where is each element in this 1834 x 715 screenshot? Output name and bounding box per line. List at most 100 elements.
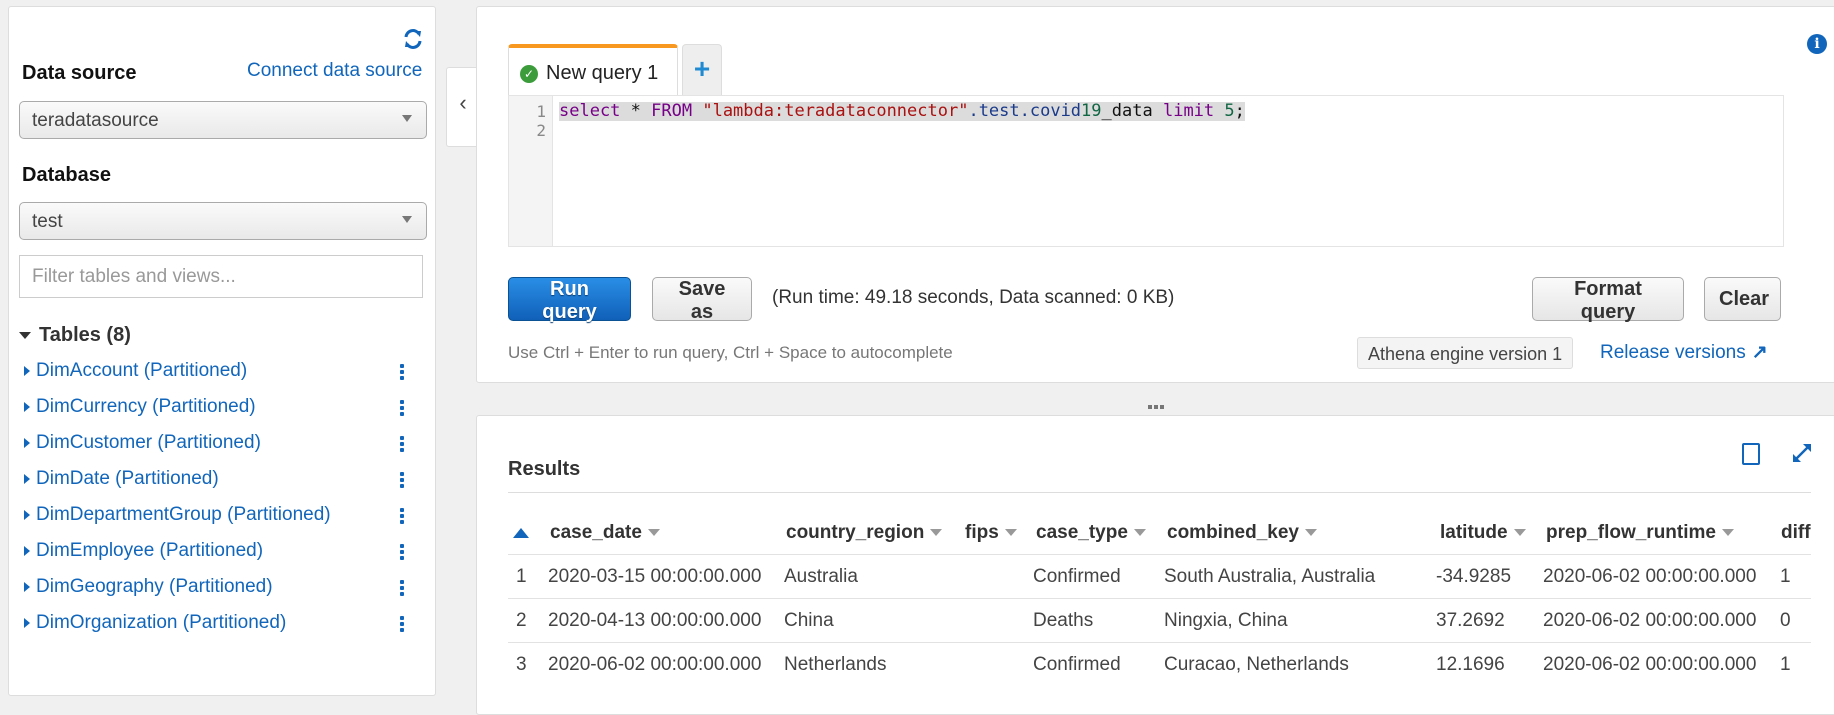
table-item[interactable]: DimAccount (Partitioned) xyxy=(24,360,247,382)
cell-case-date: 2020-03-15 00:00:00.000 xyxy=(548,566,762,587)
table-options-icon[interactable] xyxy=(400,400,406,418)
table-options-icon[interactable] xyxy=(400,364,406,382)
release-versions-link[interactable]: Release versions ↗ xyxy=(1600,341,1768,364)
caret-down-icon xyxy=(19,332,31,340)
tables-section-header[interactable]: Tables (8) xyxy=(19,324,131,347)
data-source-select[interactable]: teradatasource xyxy=(19,101,427,139)
info-icon[interactable]: i xyxy=(1807,34,1827,54)
column-header-label: case_type xyxy=(1036,522,1128,543)
cell-combined-key: Curacao, Netherlands xyxy=(1164,654,1349,675)
cell-latitude: -34.9285 xyxy=(1436,566,1512,587)
column-header[interactable]: country_region xyxy=(786,522,943,544)
clear-button[interactable]: Clear xyxy=(1704,277,1781,321)
sort-ascending-icon[interactable] xyxy=(513,528,529,538)
keyboard-hint: Use Ctrl + Enter to run query, Ctrl + Sp… xyxy=(508,343,953,362)
table-options-icon[interactable] xyxy=(400,580,406,598)
column-header[interactable]: combined_key xyxy=(1167,522,1317,544)
table-options-icon[interactable] xyxy=(400,508,406,526)
run-query-button[interactable]: Run query xyxy=(508,277,631,323)
row-number: 3 xyxy=(516,654,527,675)
code-token: limit xyxy=(1162,101,1215,121)
code-token: * xyxy=(620,101,652,121)
table-options-icon[interactable] xyxy=(400,472,406,490)
drag-handle-icon[interactable] xyxy=(1148,396,1166,409)
cell-case-type: Deaths xyxy=(1033,610,1094,631)
chevron-down-icon xyxy=(1133,529,1146,537)
caret-right-icon xyxy=(24,545,30,556)
cell-diff: 1 xyxy=(1780,566,1791,587)
column-header-label: fips xyxy=(965,522,999,543)
table-item[interactable]: DimEmployee (Partitioned) xyxy=(24,540,263,562)
row-number: 2 xyxy=(516,610,527,631)
table-item[interactable]: DimDepartmentGroup (Partitioned) xyxy=(24,504,331,526)
release-versions-label: Release versions xyxy=(1600,342,1746,363)
column-header-label: prep_flow_runtime xyxy=(1546,522,1716,543)
caret-right-icon xyxy=(24,617,30,628)
tab-label: New query 1 xyxy=(546,62,659,84)
table-item-label: DimGeography (Partitioned) xyxy=(36,576,273,597)
download-results-icon[interactable] xyxy=(1742,443,1760,465)
code-token: "lambda:teradataconnector" xyxy=(702,101,969,121)
format-query-button[interactable]: Format query xyxy=(1532,277,1684,323)
cell-case-type: Confirmed xyxy=(1033,566,1121,587)
cell-country-region: Netherlands xyxy=(784,654,887,675)
line-number: 1 xyxy=(536,102,546,121)
table-item-label: DimOrganization (Partitioned) xyxy=(36,612,287,633)
external-link-icon: ↗ xyxy=(1751,342,1768,363)
column-header[interactable]: latitude xyxy=(1440,522,1526,544)
row-divider xyxy=(508,642,1811,643)
table-item[interactable]: DimCustomer (Partitioned) xyxy=(24,432,261,454)
code-token: ; xyxy=(1234,101,1245,121)
check-circle-icon: ✓ xyxy=(520,65,538,83)
column-header[interactable]: prep_flow_runtime xyxy=(1546,522,1734,544)
column-header-label: country_region xyxy=(786,522,925,543)
chevron-down-icon xyxy=(1721,529,1734,537)
cell-combined-key: South Australia, Australia xyxy=(1164,566,1376,587)
cell-combined-key: Ningxia, China xyxy=(1164,610,1288,631)
column-header[interactable]: case_date xyxy=(550,522,660,544)
table-options-icon[interactable] xyxy=(400,436,406,454)
table-item[interactable]: DimDate (Partitioned) xyxy=(24,468,219,490)
column-header-label: combined_key xyxy=(1167,522,1299,543)
table-item[interactable]: DimOrganization (Partitioned) xyxy=(24,612,286,634)
cell-country-region: Australia xyxy=(784,566,858,587)
column-header[interactable]: diff xyxy=(1781,522,1811,544)
column-header[interactable]: fips xyxy=(965,522,1017,544)
database-value: test xyxy=(32,211,63,232)
column-header[interactable]: case_type xyxy=(1036,522,1146,544)
cell-case-date: 2020-04-13 00:00:00.000 xyxy=(548,610,762,631)
line-number-gutter: 1 2 xyxy=(509,96,553,246)
table-options-icon[interactable] xyxy=(400,616,406,634)
run-stats: (Run time: 49.18 seconds, Data scanned: … xyxy=(772,287,1175,308)
refresh-icon[interactable] xyxy=(402,28,424,50)
row-number: 1 xyxy=(516,566,527,587)
cell-latitude: 12.1696 xyxy=(1436,654,1505,675)
database-label: Database xyxy=(22,164,111,186)
tab-new-query-1[interactable]: ✓ New query 1 xyxy=(508,44,678,96)
cell-case-date: 2020-06-02 00:00:00.000 xyxy=(548,654,762,675)
cell-diff: 0 xyxy=(1780,610,1791,631)
collapse-panel-button[interactable]: ‹ xyxy=(446,67,479,147)
table-item[interactable]: DimCurrency (Partitioned) xyxy=(24,396,256,418)
data-source-value: teradatasource xyxy=(32,110,159,131)
add-query-tab-button[interactable]: + xyxy=(682,44,722,96)
connect-data-source-link[interactable]: Connect data source xyxy=(247,60,422,82)
cell-case-type: Confirmed xyxy=(1033,654,1121,675)
table-options-icon[interactable] xyxy=(400,544,406,562)
table-item-label: DimCustomer (Partitioned) xyxy=(36,432,261,453)
expand-icon[interactable] xyxy=(1790,441,1814,465)
save-as-button[interactable]: Save as xyxy=(652,277,752,323)
cell-diff: 1 xyxy=(1780,654,1791,675)
cell-latitude: 37.2692 xyxy=(1436,610,1505,631)
chevron-down-icon xyxy=(1305,529,1317,537)
data-source-label: Data source xyxy=(22,62,137,84)
filter-tables-input[interactable] xyxy=(19,255,423,298)
table-item[interactable]: DimGeography (Partitioned) xyxy=(24,576,273,598)
caret-right-icon xyxy=(24,509,30,520)
database-select[interactable]: test xyxy=(19,202,427,240)
sql-editor[interactable]: 1 2 select * FROM "lambda:teradataconnec… xyxy=(508,95,1784,247)
row-divider xyxy=(508,598,1811,599)
code-token: 19 xyxy=(1081,101,1102,121)
